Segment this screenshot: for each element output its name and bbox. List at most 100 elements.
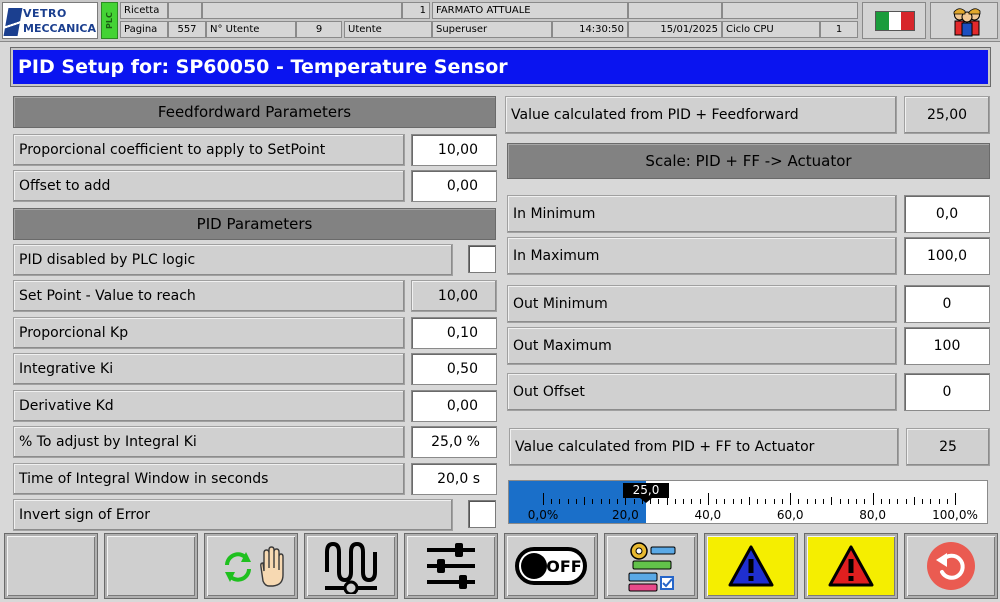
actuator-value: 25 (906, 428, 990, 466)
gauge-major-tick (955, 493, 956, 505)
gauge-minor-tick (880, 499, 882, 504)
page-title: PID Setup for: SP60050 - Temperature Sen… (10, 47, 991, 87)
header-bar: VETRO MECCANICA PLC Ricetta 1 FARMATO AT… (0, 0, 1000, 42)
setpoint-value: 10,00 (411, 280, 497, 312)
gauge-minor-tick (823, 499, 825, 504)
gauge-minor-tick (913, 497, 915, 505)
gauge-minor-tick (633, 499, 635, 504)
ricetta-label: Ricetta (120, 2, 168, 19)
out-minimum-label: Out Minimum (507, 285, 897, 323)
auto-manual-button[interactable] (205, 534, 297, 598)
ff-coefficient-label: Proporcional coefficient to apply to Set… (13, 134, 405, 166)
ff-offset-label: Offset to add (13, 170, 405, 202)
feedforward-section-header: Feedfordward Parameters (13, 96, 496, 128)
in-minimum-label: In Minimum (507, 195, 897, 233)
pagina-label: Pagina (120, 21, 168, 38)
gauge-minor-tick (617, 499, 619, 504)
out-minimum-input[interactable]: 0 (904, 285, 990, 323)
cpu-cycle-label: Ciclo CPU (722, 21, 820, 38)
users-button[interactable] (930, 2, 998, 39)
integral-window-input[interactable]: 20,0 s (411, 463, 497, 495)
red-warning-icon (828, 545, 874, 587)
back-button[interactable] (905, 534, 997, 598)
pid-disabled-label: PID disabled by PLC logic (13, 244, 453, 276)
gauge-minor-tick (922, 499, 924, 504)
ff-coefficient-input[interactable]: 10,00 (411, 134, 497, 166)
ki-input[interactable]: 0,50 (411, 353, 497, 385)
signal-wave-icon (325, 541, 377, 594)
settings-sliders-button[interactable] (405, 534, 497, 598)
back-arrow-icon (927, 542, 975, 590)
gauge-value-marker: 25,0 (623, 483, 669, 498)
actuator-bar-gauge: 25,0 0,0% 20,0 40,0 60,0 80,0 100,0% (508, 480, 988, 524)
header-field-extra2 (722, 2, 858, 19)
gauge-minor-tick (567, 499, 569, 504)
trend-button[interactable] (305, 534, 397, 598)
actuator-value-label: Value calculated from PID + FF to Actuat… (509, 428, 899, 466)
integral-adjust-label: % To adjust by Integral Ki (13, 426, 405, 458)
gauge-minor-tick (716, 499, 718, 504)
logo-line2: MECCANICA (23, 22, 97, 35)
in-minimum-input[interactable]: 0,0 (904, 195, 990, 233)
gauge-minor-tick (765, 499, 767, 504)
gauge-minor-tick (674, 499, 676, 504)
setpoint-label: Set Point - Value to reach (13, 280, 405, 312)
gauge-minor-tick (699, 499, 701, 504)
gauge-minor-tick (600, 499, 602, 504)
gauge-minor-tick (757, 499, 759, 504)
gauge-tick-label: 80,0 (859, 508, 886, 522)
recipe-index: 1 (402, 2, 430, 19)
kp-input[interactable]: 0,10 (411, 317, 497, 349)
gauge-tick-label: 0,0% (527, 508, 559, 522)
gauge-minor-tick (806, 499, 808, 504)
logo-line1: VETRO (23, 7, 67, 20)
gauge-major-tick (872, 493, 874, 505)
gauge-minor-tick (658, 499, 660, 504)
language-button[interactable] (862, 2, 926, 39)
gauge-minor-tick (592, 499, 594, 504)
in-maximum-input[interactable]: 100,0 (904, 237, 990, 275)
off-button[interactable]: OFF (505, 534, 597, 598)
user-name: Superuser (432, 21, 552, 38)
gauge-minor-tick (856, 499, 858, 504)
current-format-label: FARMATO ATTUALE (432, 2, 628, 19)
gauge-minor-tick (650, 499, 652, 504)
ff-offset-input[interactable]: 0,00 (411, 170, 497, 202)
sliders-icon (427, 543, 475, 589)
out-offset-input[interactable]: 0 (904, 373, 990, 411)
invert-error-checkbox[interactable] (468, 500, 496, 528)
out-maximum-input[interactable]: 100 (904, 327, 990, 365)
gauge-tick-label: 100,0% (932, 508, 978, 522)
clock-date: 15/01/2025 (628, 21, 722, 38)
in-maximum-label: In Maximum (507, 237, 897, 275)
integral-adjust-input[interactable]: 25,0 % (411, 426, 497, 458)
header-field-extra1 (628, 2, 722, 19)
toolbar-empty-1[interactable] (5, 534, 97, 598)
gauge-minor-tick (897, 499, 899, 504)
gauge-minor-tick (864, 499, 866, 504)
kd-input[interactable]: 0,00 (411, 390, 497, 422)
gauge-minor-tick (740, 499, 742, 504)
warnings-button[interactable] (705, 534, 797, 598)
integral-window-label: Time of Integral Window in seconds (13, 463, 405, 495)
config-button[interactable] (605, 534, 697, 598)
cpu-cycle-value: 1 (820, 21, 858, 38)
gauge-minor-tick (749, 497, 750, 505)
gauge-minor-tick (691, 499, 693, 504)
invert-error-label: Invert sign of Error (13, 499, 453, 531)
pid-disabled-checkbox[interactable] (468, 245, 496, 273)
gear-list-icon (628, 542, 676, 592)
kp-label: Proporcional Kp (13, 317, 405, 349)
gauge-tick-label: 60,0 (776, 508, 804, 522)
italian-flag-icon (875, 11, 915, 31)
company-logo[interactable]: VETRO MECCANICA (2, 2, 98, 39)
gauge-major-tick (625, 493, 627, 505)
toolbar-empty-2[interactable] (105, 534, 197, 598)
user-label: Utente (344, 21, 432, 38)
gauge-major-tick (543, 493, 544, 505)
gauge-minor-tick (559, 499, 561, 504)
gauge-minor-tick (905, 499, 907, 504)
alarms-button[interactable] (805, 534, 897, 598)
kd-label: Derivative Kd (13, 390, 405, 422)
gauge-minor-tick (847, 499, 849, 504)
